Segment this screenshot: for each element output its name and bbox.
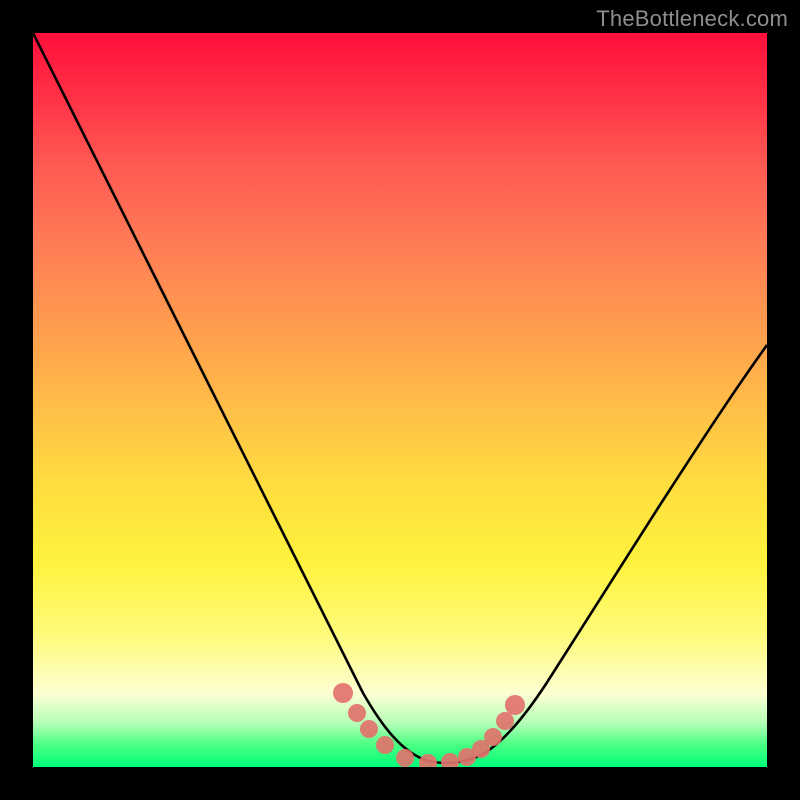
trough-markers (333, 683, 525, 767)
chart-svg (33, 33, 767, 767)
chart-frame: TheBottleneck.com (0, 0, 800, 800)
plot-area (33, 33, 767, 767)
watermark-text: TheBottleneck.com (596, 6, 788, 32)
curve-line (33, 33, 767, 763)
